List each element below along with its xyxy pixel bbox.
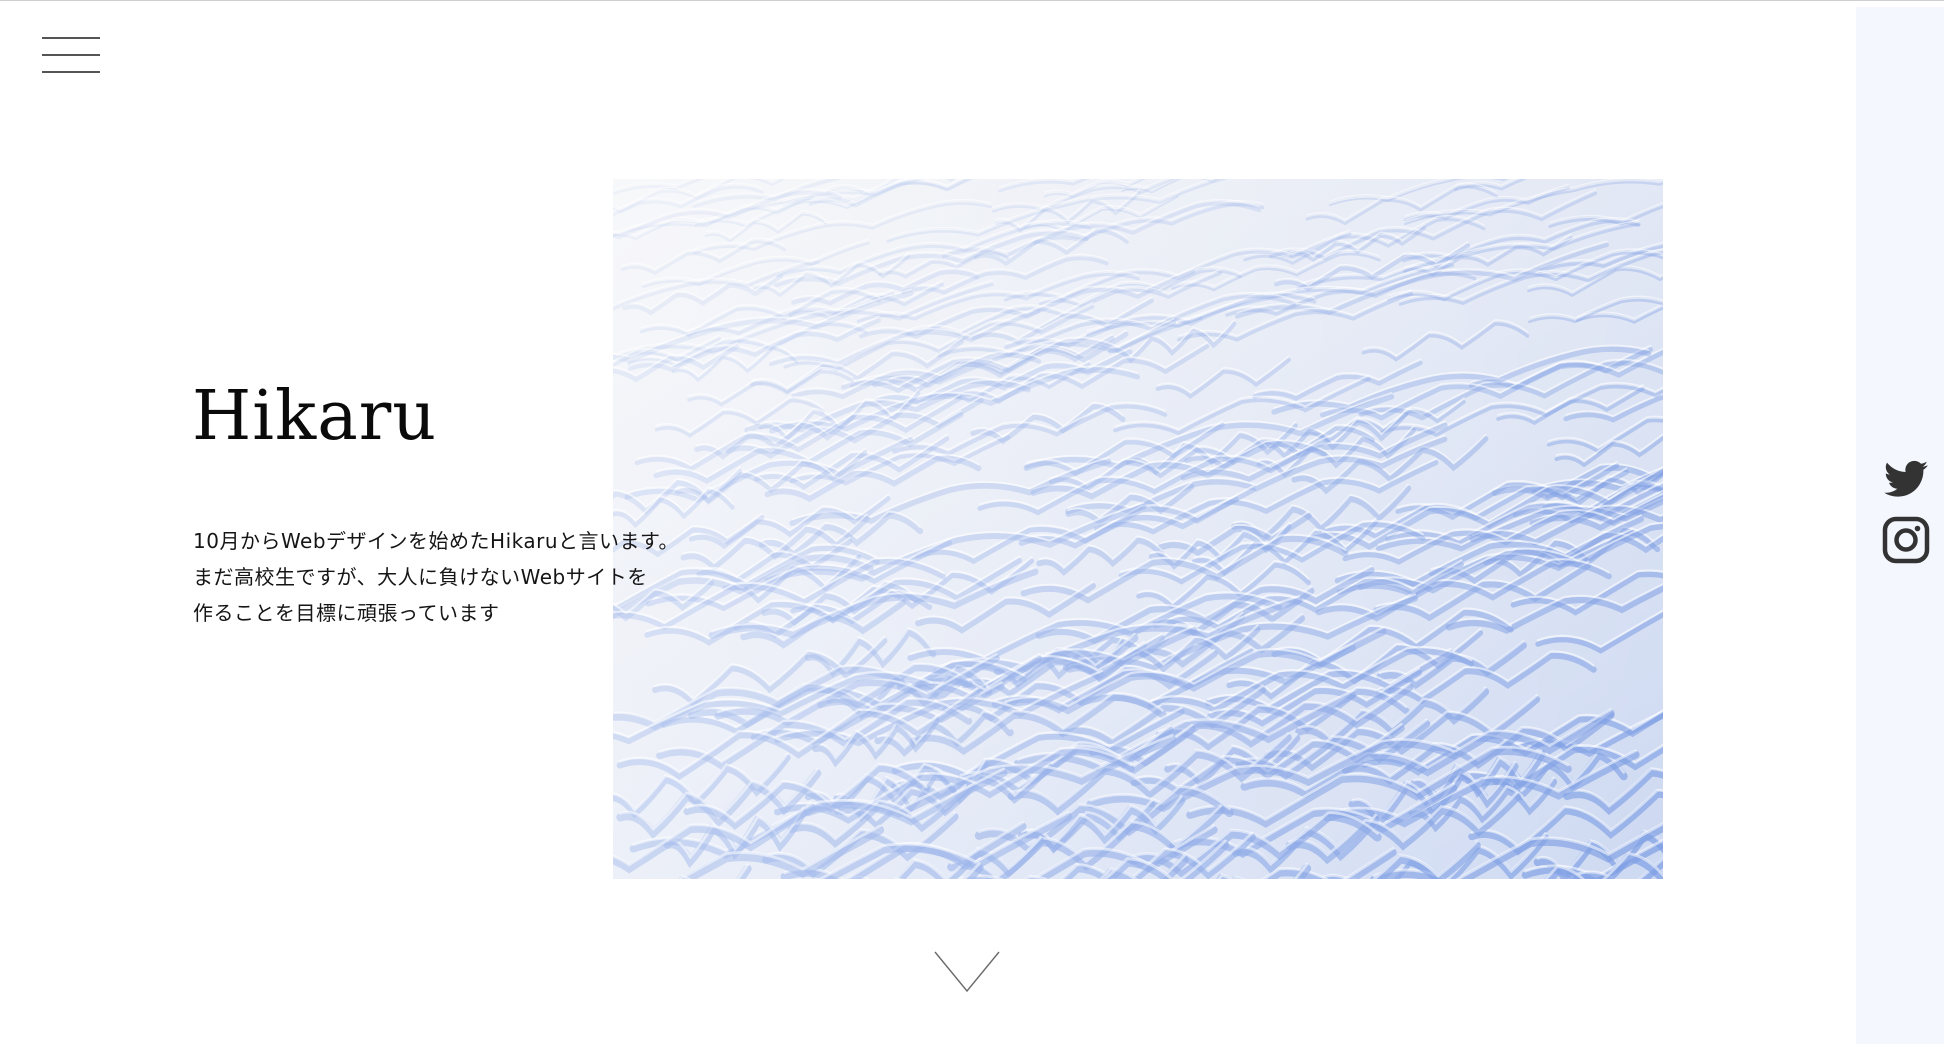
- hamburger-menu-icon[interactable]: [40, 34, 102, 76]
- instagram-icon[interactable]: [1882, 516, 1930, 564]
- chevron-down-icon[interactable]: [934, 950, 1000, 994]
- menu-line: [42, 54, 100, 56]
- intro-line: 作ることを目標に頑張っています: [193, 601, 500, 625]
- site-title: Hikaru: [192, 377, 438, 456]
- menu-line: [42, 71, 100, 73]
- twitter-icon[interactable]: [1882, 456, 1930, 504]
- intro-line: 10月からWebデザインを始めたHikaruと言います。: [193, 529, 680, 553]
- intro-line: まだ高校生ですが、大人に負けないWebサイトを: [193, 565, 648, 589]
- top-border: [0, 0, 1944, 1]
- intro-text: 10月からWebデザインを始めたHikaruと言います。 まだ高校生ですが、大人…: [193, 523, 713, 631]
- menu-line: [42, 37, 100, 39]
- snow-drift-photo: [613, 179, 1663, 879]
